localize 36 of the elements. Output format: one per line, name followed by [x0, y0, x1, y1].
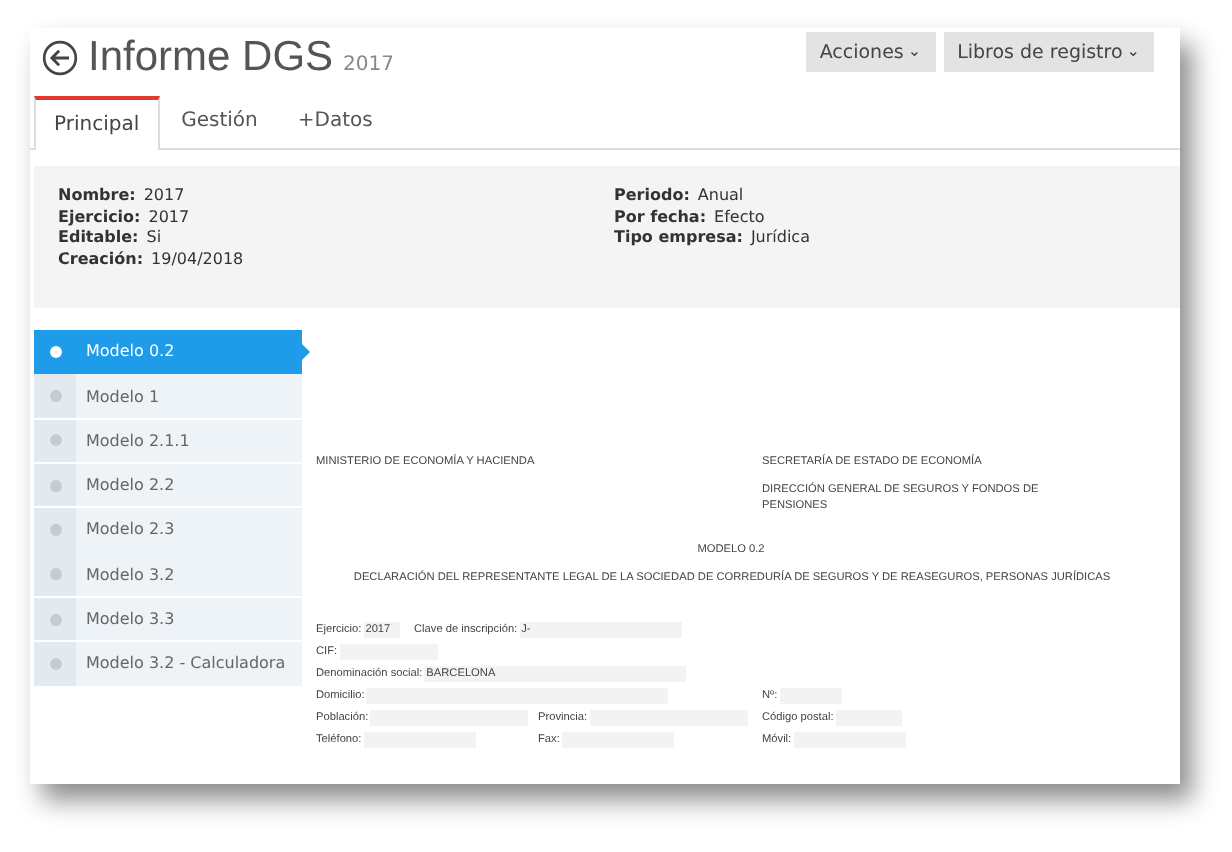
sidebar-item[interactable]: Modelo 3.3 — [34, 597, 302, 641]
field-value: Anual — [697, 186, 744, 204]
field-label: Periodo: — [614, 186, 690, 204]
tab[interactable]: Gestión — [163, 96, 276, 148]
field-value: Jurídica — [750, 228, 810, 246]
field-label: Por fecha: — [614, 207, 707, 225]
title-year: 2017 — [343, 54, 394, 76]
tab[interactable]: +Datos — [279, 96, 391, 148]
dot-icon — [49, 613, 61, 626]
dot-icon — [49, 434, 61, 447]
sidebar-item[interactable]: Modelo 1 — [34, 374, 302, 418]
sidebar-item[interactable]: Modelo 2.1.1 — [34, 419, 302, 463]
sidebar-item[interactable]: Modelo 2.3 — [34, 508, 302, 552]
field-value: Si — [146, 228, 162, 246]
field-label: Creación: — [58, 249, 144, 267]
field-label: Ejercicio: — [58, 207, 141, 225]
dropdown-button[interactable]: Acciones ⌄ — [805, 32, 936, 72]
dot-icon — [49, 390, 61, 403]
dot-icon — [49, 568, 61, 581]
sidebar-item[interactable]: Modelo 3.2 — [34, 552, 302, 596]
dot-icon — [49, 345, 61, 358]
field-value: 2017 — [148, 207, 190, 225]
dot-icon — [49, 657, 61, 670]
dot-icon — [49, 479, 61, 492]
field-label: Nombre: — [58, 186, 136, 204]
field-label: Tipo empresa: — [614, 228, 743, 246]
field-value: Efecto — [714, 207, 765, 225]
page-title: Informe DGS — [88, 34, 334, 82]
dot-icon — [49, 523, 61, 536]
tab[interactable]: Principal — [34, 96, 160, 150]
field-label: Editable: — [58, 228, 139, 246]
field-value: 19/04/2018 — [151, 249, 244, 267]
sidebar-item[interactable]: Modelo 2.2 — [34, 463, 302, 507]
sidebar-item[interactable]: Modelo 3.2 - Calculadora — [34, 642, 302, 686]
field-value: 2017 — [143, 186, 185, 204]
dropdown-button[interactable]: Libros de registro ⌄ — [943, 32, 1154, 72]
